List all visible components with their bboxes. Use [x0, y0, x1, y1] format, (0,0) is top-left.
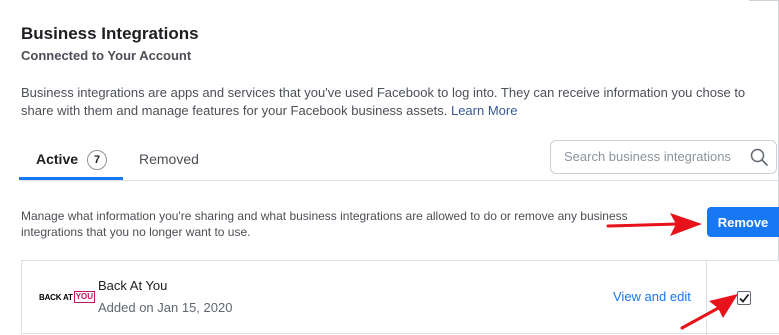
- annotation-arrow-remove-icon: [606, 213, 702, 236]
- search-icon[interactable]: [750, 148, 768, 166]
- search-box[interactable]: [550, 140, 777, 174]
- page-title: Business Integrations: [21, 24, 199, 43]
- logo-text-accent: YOU: [73, 291, 96, 303]
- integration-row: BACK AT YOU Back At You Added on Jan 15,…: [21, 260, 779, 335]
- search-input[interactable]: [562, 148, 751, 165]
- back-at-you-logo: BACK AT YOU: [39, 290, 96, 304]
- integration-name: Back At You: [98, 278, 168, 293]
- tabs-divider: [21, 180, 779, 181]
- window-border-top: [749, 0, 779, 1]
- annotation-arrow-checkbox-icon: [680, 294, 738, 330]
- manage-instructions: Manage what information you're sharing a…: [21, 209, 628, 239]
- logo-text-main: BACK AT: [39, 292, 73, 302]
- active-count-badge: 7: [87, 150, 107, 170]
- page-subtitle: Connected to Your Account: [21, 48, 192, 63]
- remove-button[interactable]: Remove: [707, 207, 779, 237]
- description-text: Business integrations are apps and servi…: [21, 85, 746, 118]
- page-description: Business integrations are apps and servi…: [21, 84, 761, 120]
- integration-added-date: Added on Jan 15, 2020: [98, 300, 233, 315]
- tab-active[interactable]: Active 7: [19, 146, 123, 180]
- learn-more-link[interactable]: Learn More: [451, 103, 517, 118]
- tab-active-label: Active: [36, 151, 79, 167]
